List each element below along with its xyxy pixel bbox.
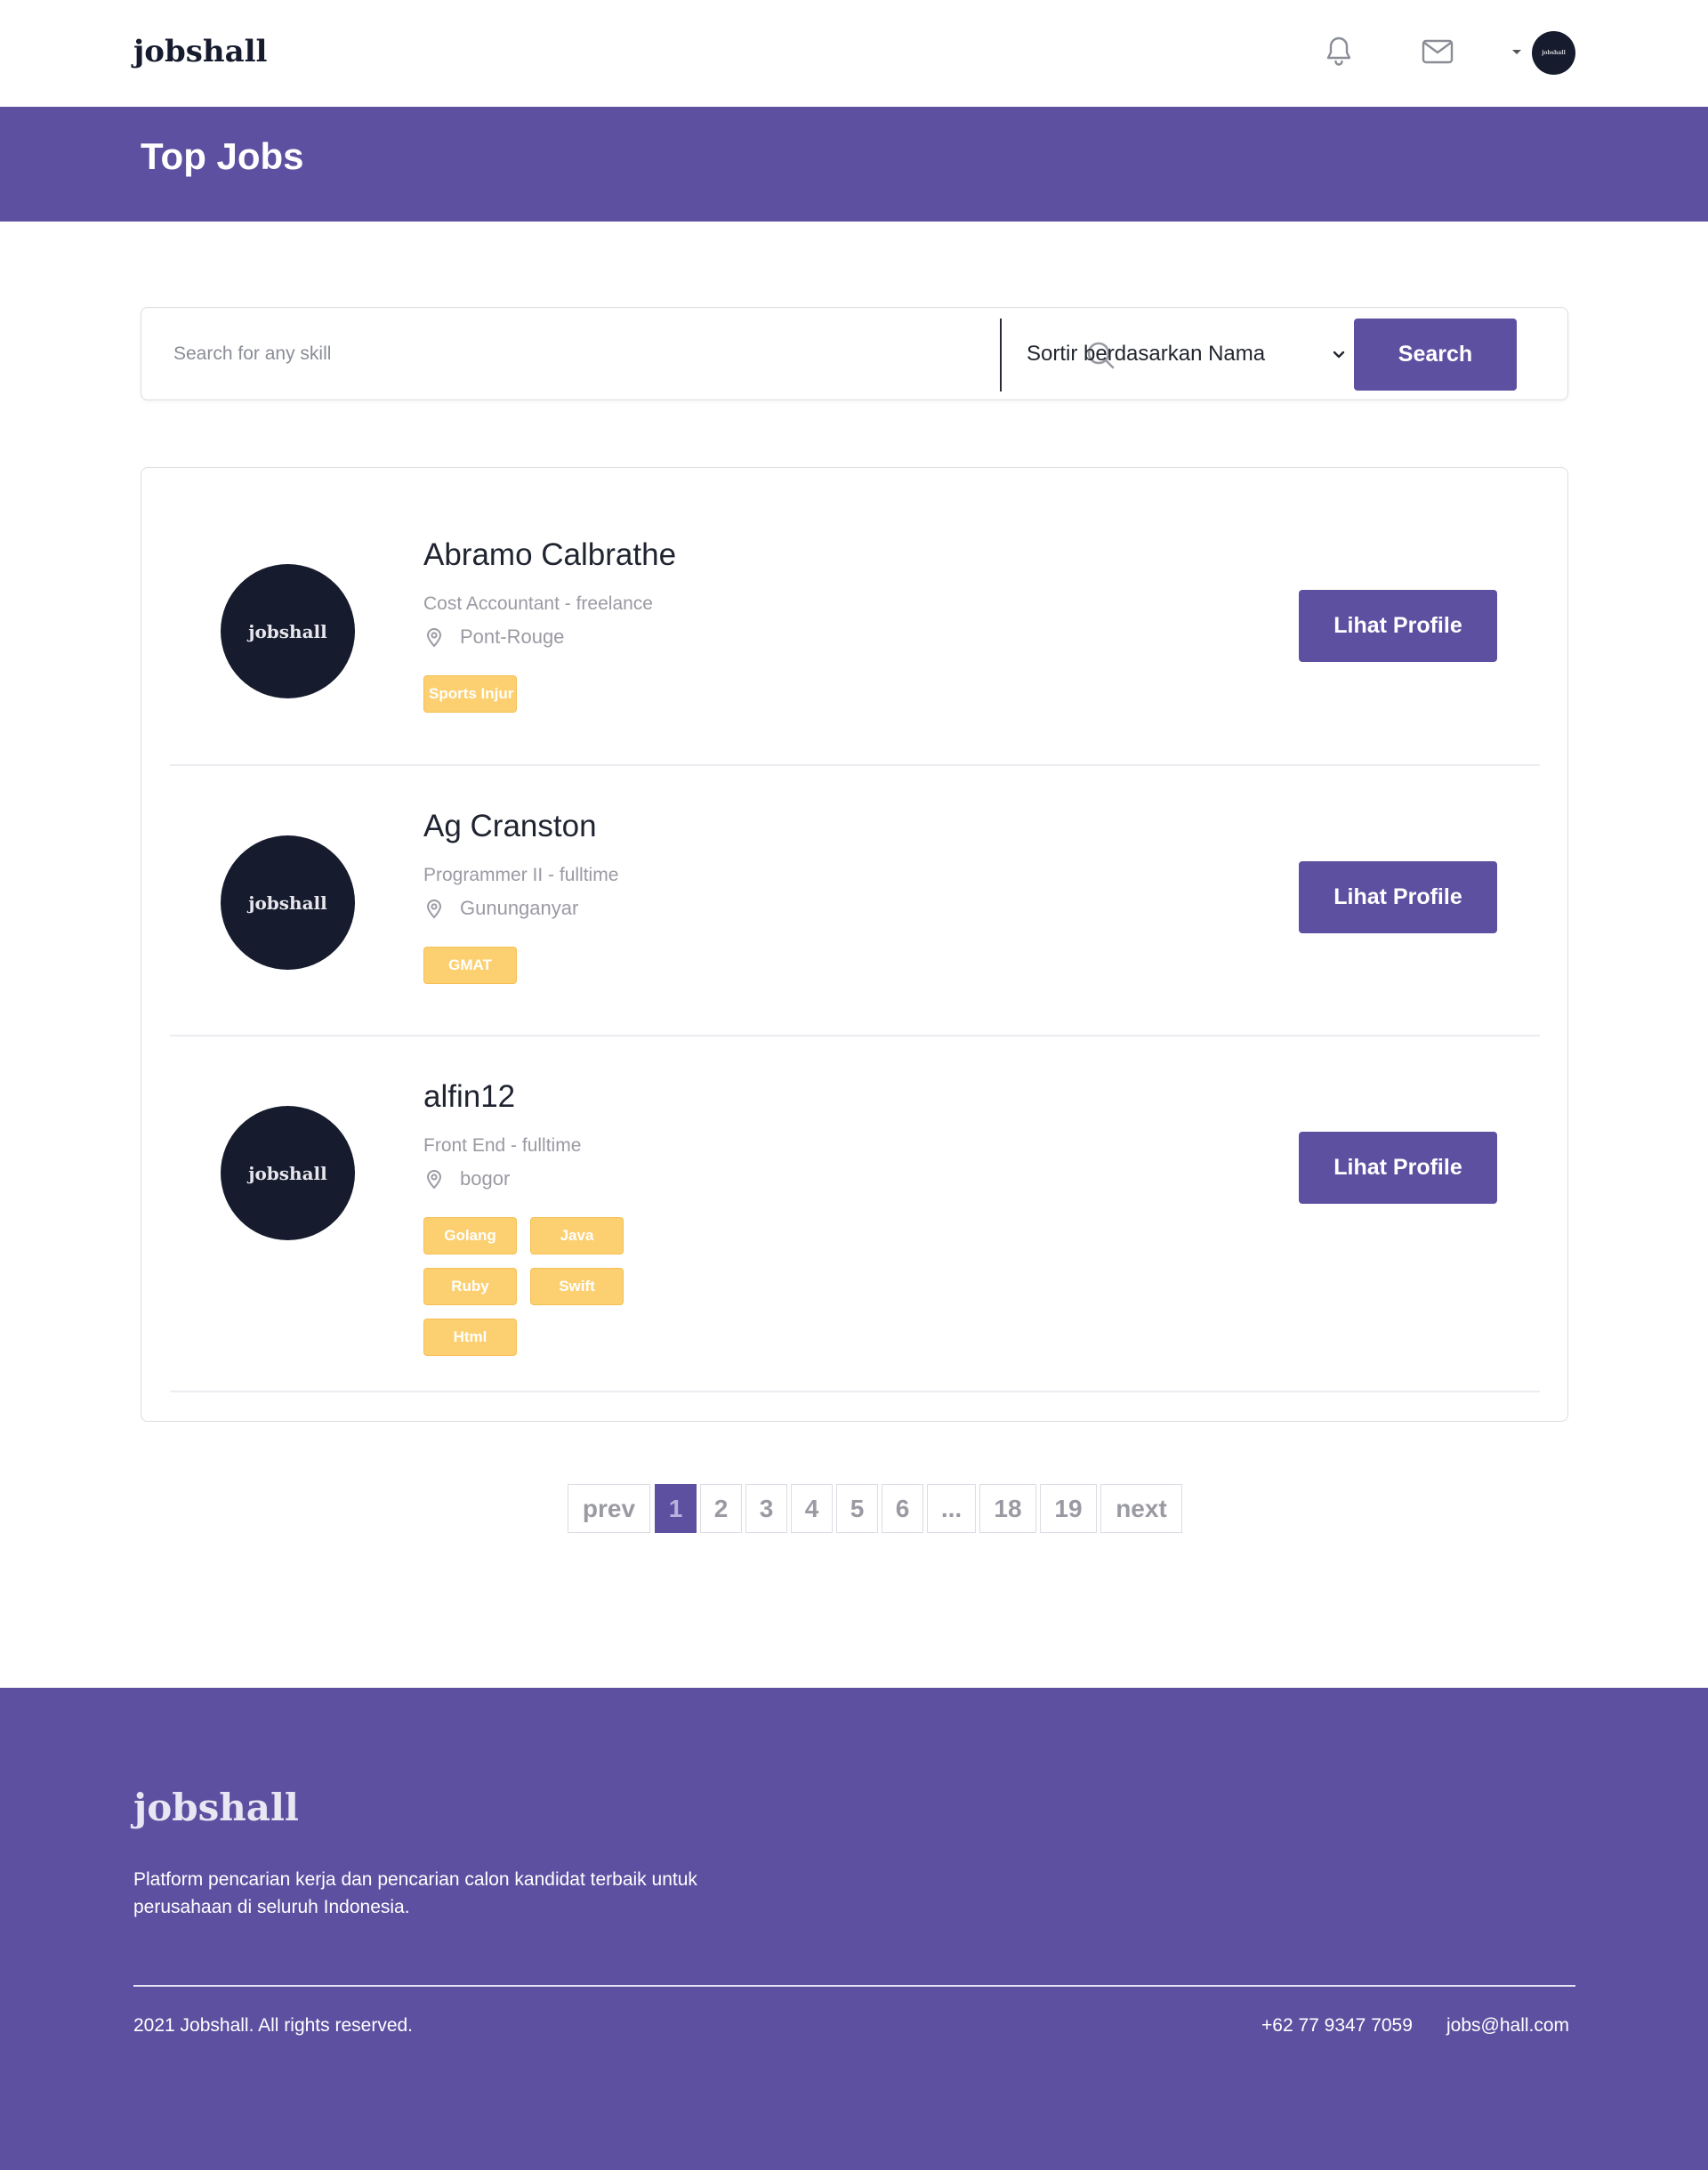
brand-logo[interactable]: jobshall [133,34,267,69]
skill-badge: Html [423,1319,517,1356]
avatar: jobshall [221,1106,355,1240]
page-button[interactable]: 3 [745,1484,787,1533]
footer-divider [133,1985,1575,1987]
list-item: jobshall alfin12 Front End - fulltime bo… [170,1037,1540,1392]
candidate-job: Cost Accountant - freelance [423,593,653,614]
location-label: bogor [460,1167,511,1190]
footer-description: Platform pencarian kerja dan pencarian c… [133,1869,697,1917]
skill-badge: GMAT [423,947,517,984]
mail-icon[interactable] [1422,36,1454,68]
skill-badge: Golang [423,1217,517,1254]
location-pin-icon [426,628,442,648]
copyright-text: 2021 Jobshall. All rights reserved. [133,2015,414,2036]
navbar: jobshall jobshall [0,0,1708,107]
page-button[interactable]: 4 [791,1484,833,1533]
view-profile-button[interactable]: Lihat Profile [1299,590,1497,662]
list-item: jobshall Abramo Calbrathe Cost Accountan… [170,468,1540,766]
location-label: Pont-Rouge [460,625,565,648]
view-profile-button[interactable]: Lihat Profile [1299,861,1497,933]
candidate-location: Pont-Rouge [423,625,564,649]
user-avatar[interactable]: jobshall [1532,31,1575,75]
location-pin-icon [426,1170,442,1190]
chevron-down-icon[interactable] [1512,50,1521,54]
skill-badge: Swift [530,1268,624,1305]
footer-email[interactable]: jobs@hall.com [1446,2015,1569,2037]
footer-logo: jobshall [133,1786,299,1829]
page-title: Top Jobs [141,135,304,177]
search-button[interactable]: Search [1354,319,1517,391]
candidate-job: Front End - fulltime [423,1135,582,1156]
candidate-location: Gununganyar [423,897,578,920]
candidate-location: bogor [423,1167,510,1190]
page-button[interactable]: 6 [882,1484,923,1533]
footer: jobshall Platform pencarian kerja dan pe… [0,1688,1708,2170]
sort-label: Sortir berdasarkan Nama [1027,342,1266,366]
skill-badge: Sports Injur [423,675,517,713]
location-label: Gununganyar [460,897,579,919]
bell-icon[interactable] [1323,36,1355,68]
candidate-list: jobshall Abramo Calbrathe Cost Accountan… [141,467,1568,1422]
candidate-name: alfin12 [423,1079,516,1114]
page-button[interactable]: 5 [836,1484,878,1533]
sort-select[interactable]: Sortir berdasarkan Nama [1027,335,1347,374]
candidate-name: Abramo Calbrathe [423,537,677,572]
candidate-name: Ag Cranston [423,809,597,843]
page-header: Top Jobs [0,107,1708,222]
avatar: jobshall [221,564,355,698]
page-button[interactable]: 18 [979,1484,1036,1533]
view-profile-button[interactable]: Lihat Profile [1299,1132,1497,1204]
search-bar: Sortir berdasarkan Nama Search [141,307,1568,400]
footer-phone[interactable]: +62 77 9347 7059 [1261,2015,1413,2037]
page-button[interactable]: 19 [1040,1484,1097,1533]
prev-page-button[interactable]: prev [568,1484,650,1533]
skill-badge: Java [530,1217,624,1254]
search-divider [1000,319,1002,391]
next-page-button[interactable]: next [1100,1484,1182,1533]
list-item: jobshall Ag Cranston Programmer II - ful… [170,766,1540,1037]
skill-badge: Ruby [423,1268,517,1305]
page-ellipsis: ... [927,1484,976,1533]
search-input[interactable] [173,335,1054,374]
location-pin-icon [426,899,442,919]
candidate-job: Programmer II - fulltime [423,865,619,885]
avatar: jobshall [221,835,355,970]
chevron-down-icon [1333,351,1345,359]
page-button[interactable]: 1 [655,1484,697,1533]
page-button[interactable]: 2 [700,1484,742,1533]
